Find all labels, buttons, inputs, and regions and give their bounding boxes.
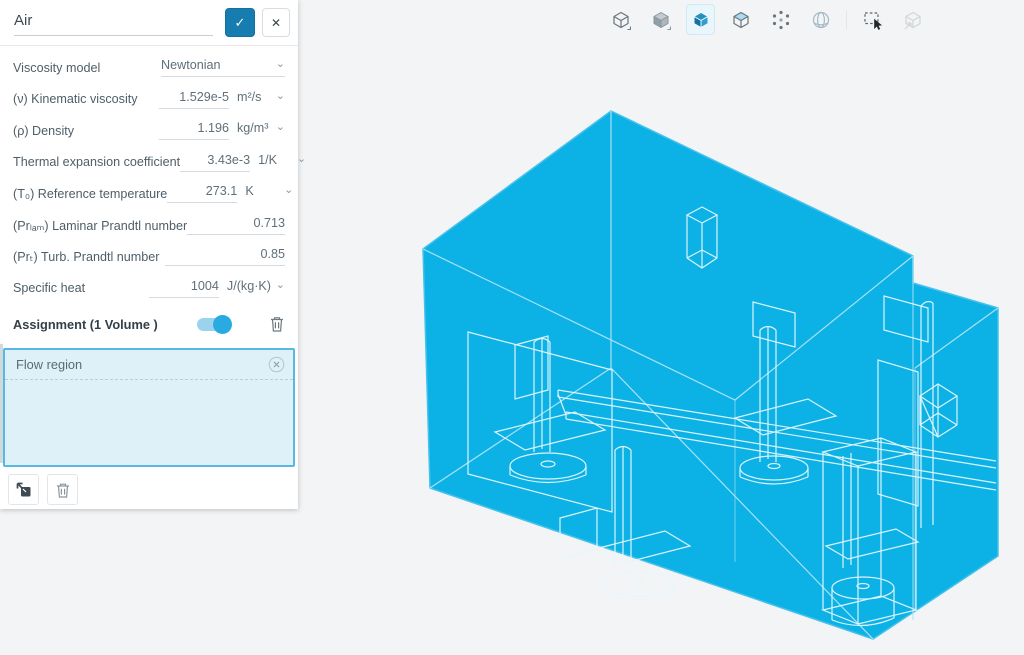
flow-region-model[interactable] <box>423 111 998 639</box>
field-row-specific-heat: Specific heat 1004 J/(kg·K) ⌄ <box>0 273 298 305</box>
viscosity-model-select[interactable]: Newtonian ⌄ <box>161 58 285 77</box>
save-template-icon <box>15 481 33 499</box>
field-row-density: (ρ) Density 1.196 kg/m³ ⌄ <box>0 115 298 147</box>
panel-header: ✓ ✕ <box>0 0 298 46</box>
scrollbar-track[interactable] <box>0 344 3 463</box>
panel-footer <box>0 467 298 505</box>
surface-select-button[interactable] <box>726 4 755 35</box>
field-value-input[interactable]: 1.196 <box>159 121 229 140</box>
chip-label: Flow region <box>16 357 82 372</box>
check-icon: ✓ <box>235 15 246 31</box>
remove-flow-region-icon[interactable] <box>268 356 285 373</box>
marquee-cursor-icon <box>861 8 885 32</box>
field-label: (T₀) Reference temperature <box>13 187 167 201</box>
translucent-cube-icon <box>689 8 713 32</box>
material-settings-panel: ✓ ✕ Viscosity model Newtonian ⌄ (ν) Kine… <box>0 0 298 509</box>
field-row-kinematic-viscosity: (ν) Kinematic viscosity 1.529e-5 m²/s ⌄ <box>0 84 298 116</box>
unit-label: 1/K <box>258 153 292 167</box>
translucent-view-button[interactable] <box>686 4 715 35</box>
chevron-down-icon[interactable]: ⌄ <box>271 89 285 102</box>
simulation-app-window: ✓ ✕ Viscosity model Newtonian ⌄ (ν) Kine… <box>0 0 1024 655</box>
vertex-select-button[interactable] <box>766 4 795 35</box>
isolate-cube-icon <box>901 8 925 32</box>
save-as-template-button[interactable] <box>8 474 39 505</box>
chevron-down-icon[interactable]: ⌄ <box>271 278 285 291</box>
field-label: (Prₜ) Turb. Prandtl number <box>13 249 160 264</box>
delete-material-button[interactable] <box>47 474 78 505</box>
field-value-input[interactable]: 0.713 <box>187 216 285 235</box>
field-value-input[interactable]: 1.529e-5 <box>159 90 229 109</box>
solid-cube-icon <box>649 8 673 32</box>
field-label: (ν) Kinematic viscosity <box>13 92 138 106</box>
field-row-turbulent-prandtl: (Prₜ) Turb. Prandtl number 0.85 <box>0 241 298 273</box>
box-select-button[interactable] <box>858 4 887 35</box>
chevron-down-icon: ⌄ <box>271 57 285 70</box>
field-label: Specific heat <box>13 281 85 295</box>
3d-viewport[interactable] <box>298 0 1024 655</box>
confirm-button[interactable]: ✓ <box>225 8 255 37</box>
unit-label: m²/s <box>237 90 271 104</box>
field-row-thermal-expansion: Thermal expansion coefficient 3.43e-3 1/… <box>0 147 298 179</box>
field-label: Viscosity model <box>13 61 100 75</box>
field-value-input[interactable]: 273.1 <box>167 184 237 203</box>
vertex-dots-icon <box>769 8 793 32</box>
chevron-down-icon[interactable]: ⌄ <box>279 183 293 196</box>
material-properties-list: Viscosity model Newtonian ⌄ (ν) Kinemati… <box>0 46 298 304</box>
assignment-label: Assignment (1 Volume ) <box>13 317 158 332</box>
unit-label: K <box>245 184 279 198</box>
orbit-globe-icon <box>809 8 833 32</box>
field-value: Newtonian <box>161 58 221 72</box>
assignment-row: Assignment (1 Volume ) <box>0 308 298 340</box>
trash-icon <box>54 481 72 499</box>
chip-header: Flow region <box>5 350 293 380</box>
chevron-down-icon[interactable]: ⌄ <box>271 120 285 133</box>
field-value-input[interactable]: 3.43e-3 <box>180 153 250 172</box>
chevron-down-icon[interactable]: ⌄ <box>292 152 306 165</box>
unit-label: J/(kg·K) <box>227 279 271 293</box>
surface-select-cube-icon <box>729 8 753 32</box>
viewport-toolbar <box>606 4 927 35</box>
close-icon: ✕ <box>271 16 281 30</box>
field-label: (Prₗₐₘ) Laminar Prandtl number <box>13 218 187 233</box>
material-name-input[interactable] <box>14 10 213 36</box>
assignment-toggle[interactable] <box>197 318 228 331</box>
field-label: Thermal expansion coefficient <box>13 155 180 169</box>
field-label: (ρ) Density <box>13 124 74 138</box>
delete-assignment-icon[interactable] <box>269 315 285 333</box>
unit-label: kg/m³ <box>237 121 271 135</box>
flow-region-assignment-chip[interactable]: Flow region <box>3 348 295 467</box>
field-value-input[interactable]: 0.85 <box>165 247 285 266</box>
isolate-tool-button <box>898 4 927 35</box>
solid-view-button[interactable] <box>646 4 675 35</box>
field-value-input[interactable]: 1004 <box>149 279 219 298</box>
toolbar-separator <box>846 11 847 29</box>
orbit-view-button[interactable] <box>806 4 835 35</box>
wireframe-view-button[interactable] <box>606 4 635 35</box>
field-row-laminar-prandtl: (Prₗₐₘ) Laminar Prandtl number 0.713 <box>0 210 298 242</box>
field-row-reference-temperature: (T₀) Reference temperature 273.1 K ⌄ <box>0 178 298 210</box>
wireframe-cube-icon <box>609 8 633 32</box>
cancel-button[interactable]: ✕ <box>262 8 290 37</box>
field-row-viscosity-model: Viscosity model Newtonian ⌄ <box>0 52 298 84</box>
